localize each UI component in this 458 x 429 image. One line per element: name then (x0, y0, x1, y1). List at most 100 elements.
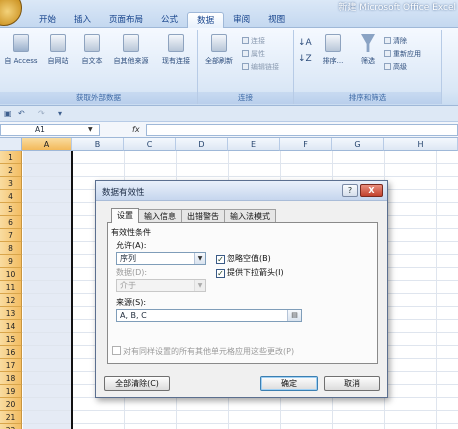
row-header[interactable]: 12 (0, 294, 22, 307)
from-web-button[interactable]: 自网站 (42, 34, 74, 66)
dialog-title-bar[interactable]: 数据有效性 ? X (96, 181, 387, 201)
checkmark-icon: ✓ (216, 255, 225, 264)
row-header[interactable]: 1 (0, 151, 22, 164)
chevron-down-icon[interactable]: ▼ (88, 126, 93, 133)
column-header-f[interactable]: F (280, 138, 332, 151)
customize-qat-icon[interactable]: ▾ (58, 109, 62, 119)
close-button[interactable]: X (360, 184, 383, 197)
settings-panel: 有效性条件 允许(A): 序列 ▼ ✓ 忽略空值(B) 数据(D): ✓ 提供下拉箭… (107, 222, 378, 364)
redo-icon[interactable]: ↷ (38, 109, 45, 119)
from-other-sources-button[interactable]: 自其他来源 (108, 34, 154, 66)
properties-button[interactable]: 属性 (242, 49, 265, 59)
function-icon[interactable]: fx (132, 124, 140, 136)
row-header[interactable]: 3 (0, 177, 22, 190)
row-header[interactable]: 4 (0, 190, 22, 203)
from-access-button[interactable]: 自 Access (2, 34, 40, 66)
selected-column-highlight (23, 151, 71, 429)
reapply-icon (384, 50, 391, 57)
advanced-button[interactable]: 高级 (384, 62, 407, 72)
sort-ascending-icon[interactable]: ↓A (298, 38, 312, 48)
tab-home[interactable]: 开始 (30, 12, 65, 28)
row-header[interactable]: 11 (0, 281, 22, 294)
tab-settings[interactable]: 设置 (111, 208, 139, 223)
refresh-all-button[interactable]: 全部刷新 (200, 34, 238, 66)
column-selection-border (71, 151, 73, 429)
column-header-h[interactable]: H (384, 138, 458, 151)
ignore-blank-checkbox[interactable]: ✓ 忽略空值(B) (216, 253, 271, 264)
tab-formulas[interactable]: 公式 (152, 12, 187, 28)
row-header[interactable]: 9 (0, 255, 22, 268)
formula-bar: A1 ▼ fx (0, 122, 458, 138)
edit-links-button[interactable]: 编辑链接 (242, 62, 279, 72)
group-label-connections: 连接 (198, 92, 293, 104)
existing-connections-button[interactable]: 现有连接 (156, 34, 196, 66)
select-all-corner[interactable] (0, 138, 22, 151)
row-header[interactable]: 6 (0, 216, 22, 229)
quick-access-toolbar: ▣ ↶ ↷ ▾ (0, 106, 458, 122)
apply-all-checkbox[interactable]: 对有同样设置的所有其他单元格应用这些更改(P) (112, 346, 294, 357)
row-header[interactable]: 10 (0, 268, 22, 281)
row-header[interactable]: 15 (0, 333, 22, 346)
title-bar: 新建 Microsoft Office Excel 开始 插入 页面布局 公式 … (0, 0, 458, 28)
row-header[interactable]: 19 (0, 385, 22, 398)
help-button[interactable]: ? (342, 184, 358, 197)
row-header[interactable]: 14 (0, 320, 22, 333)
tab-ime-mode[interactable]: 输入法模式 (224, 209, 276, 223)
reapply-button[interactable]: 重新应用 (384, 49, 421, 59)
sort-icon (325, 34, 341, 52)
save-icon[interactable]: ▣ (4, 109, 12, 119)
existing-connections-icon (168, 34, 184, 52)
checkbox-icon (112, 346, 121, 355)
name-box[interactable]: A1 (0, 124, 100, 136)
web-icon (50, 34, 66, 52)
in-cell-dropdown-checkbox[interactable]: ✓ 提供下拉箭头(I) (216, 267, 284, 278)
cancel-button[interactable]: 取消 (324, 376, 380, 391)
row-header[interactable]: 7 (0, 229, 22, 242)
column-header-e[interactable]: E (228, 138, 280, 151)
tab-input-message[interactable]: 输入信息 (138, 209, 182, 223)
column-header-g[interactable]: G (332, 138, 384, 151)
tab-data[interactable]: 数据 (187, 12, 225, 28)
column-header-c[interactable]: C (124, 138, 176, 151)
checkmark-icon: ✓ (216, 269, 225, 278)
column-header-a[interactable]: A (22, 138, 72, 151)
tab-page-layout[interactable]: 页面布局 (100, 12, 152, 28)
sort-button[interactable]: 排序... (316, 34, 350, 66)
criteria-heading: 有效性条件 (111, 228, 151, 237)
ribbon-group-sort-filter: ↓A ↓Z 排序... 筛选 清除 重新应用 高级 排序和筛选 (294, 30, 442, 104)
row-header[interactable]: 21 (0, 411, 22, 424)
filter-button[interactable]: 筛选 (354, 34, 382, 66)
clear-button[interactable]: 清除 (384, 36, 407, 46)
group-label-external-data: 获取外部数据 (0, 92, 197, 104)
row-header[interactable]: 13 (0, 307, 22, 320)
row-header[interactable]: 8 (0, 242, 22, 255)
allow-select[interactable]: 序列 ▼ (116, 252, 206, 265)
ribbon-group-connections: 全部刷新 连接 属性 编辑链接 连接 (198, 30, 294, 104)
tab-review[interactable]: 审阅 (224, 12, 259, 28)
tab-insert[interactable]: 插入 (65, 12, 100, 28)
from-text-button[interactable]: 自文本 (76, 34, 108, 66)
source-input[interactable]: A, B, C ▤ (116, 309, 302, 322)
row-header[interactable]: 5 (0, 203, 22, 216)
text-file-icon (84, 34, 100, 52)
column-header-d[interactable]: D (176, 138, 228, 151)
connections-button[interactable]: 连接 (242, 36, 265, 46)
chevron-down-icon[interactable]: ▼ (194, 253, 205, 264)
column-header-b[interactable]: B (72, 138, 124, 151)
undo-icon[interactable]: ↶ (18, 109, 25, 119)
tab-error-alert[interactable]: 出错警告 (181, 209, 225, 223)
row-header[interactable]: 17 (0, 359, 22, 372)
row-header[interactable]: 20 (0, 398, 22, 411)
clear-icon (384, 37, 391, 44)
sort-descending-icon[interactable]: ↓Z (298, 54, 312, 64)
row-header[interactable]: 18 (0, 372, 22, 385)
tab-view[interactable]: 视图 (259, 12, 294, 28)
ok-button[interactable]: 确定 (260, 376, 318, 391)
clear-all-button[interactable]: 全部清除(C) (104, 376, 170, 391)
range-select-icon[interactable]: ▤ (287, 310, 301, 321)
row-header[interactable]: 22 (0, 424, 22, 429)
office-button-icon[interactable] (0, 0, 22, 26)
row-header[interactable]: 16 (0, 346, 22, 359)
formula-input[interactable] (146, 124, 458, 136)
row-header[interactable]: 2 (0, 164, 22, 177)
